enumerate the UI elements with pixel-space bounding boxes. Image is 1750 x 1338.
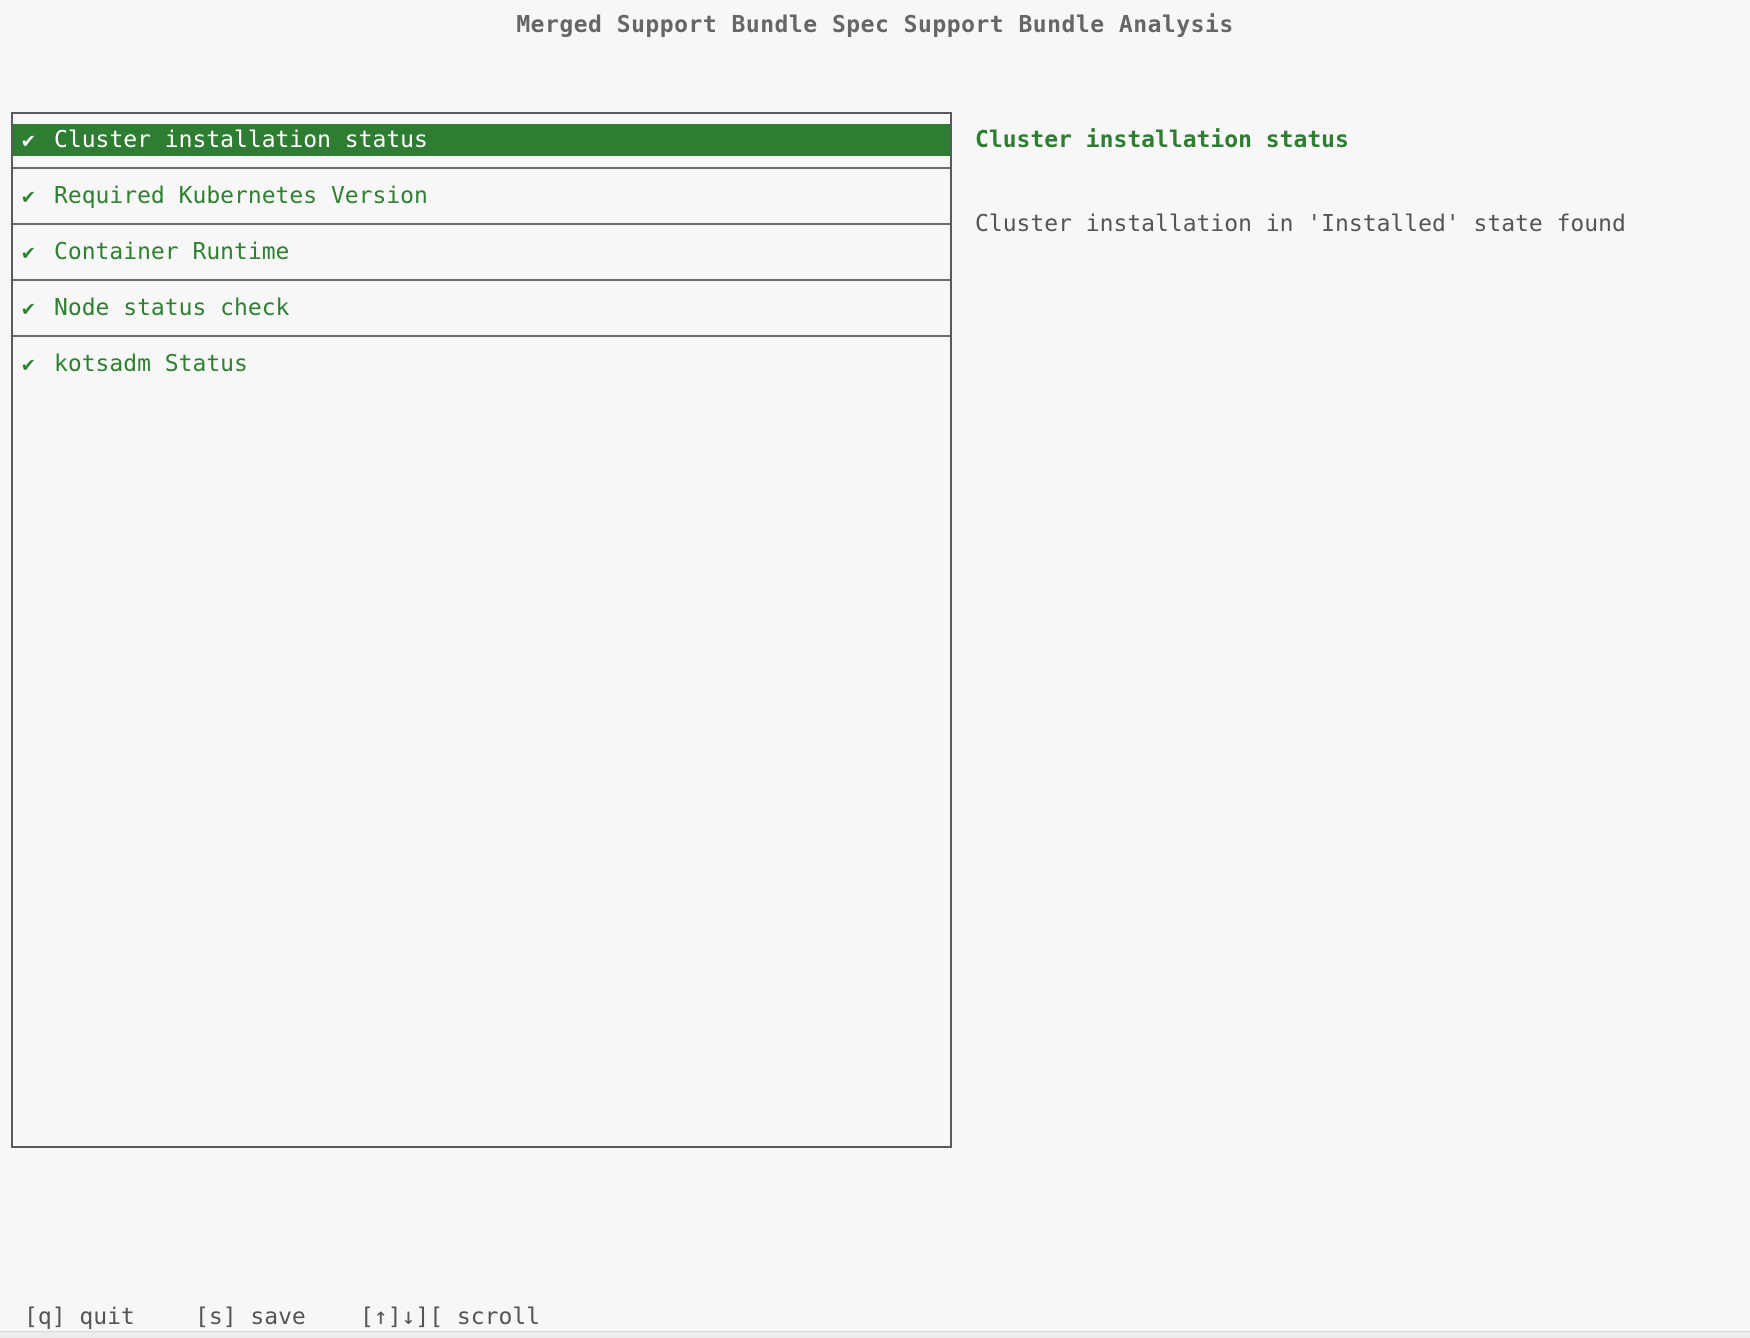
check-icon: ✔ <box>13 352 54 376</box>
list-item[interactable]: ✔Required Kubernetes Version <box>13 180 950 236</box>
quit-key-hint: [q] quit <box>24 1304 135 1330</box>
check-icon: ✔ <box>13 128 54 152</box>
page-title: Merged Support Bundle Spec Support Bundl… <box>0 12 1750 38</box>
list-item-bar[interactable]: ✔Required Kubernetes Version <box>13 180 950 212</box>
list-item[interactable]: ✔Node status check <box>13 292 950 348</box>
list-item-bar[interactable]: ✔Container Runtime <box>13 236 950 268</box>
list-item-label: Container Runtime <box>54 239 950 265</box>
list-item-label: kotsadm Status <box>54 351 950 377</box>
list-item-bar[interactable]: ✔kotsadm Status <box>13 348 950 380</box>
list-item[interactable]: ✔Cluster installation status <box>13 124 950 180</box>
list-item-label: Cluster installation status <box>54 127 950 153</box>
list-item-bar[interactable]: ✔Node status check <box>13 292 950 324</box>
detail-message: Cluster installation in 'Installed' stat… <box>975 208 1626 240</box>
detail-heading: Cluster installation status <box>975 124 1349 156</box>
check-icon: ✔ <box>13 184 54 208</box>
save-key-hint: [s] save <box>195 1304 306 1330</box>
check-icon: ✔ <box>13 296 54 320</box>
list-item-label: Required Kubernetes Version <box>54 183 950 209</box>
list-item[interactable]: ✔kotsadm Status <box>13 348 950 404</box>
list-item[interactable]: ✔Container Runtime <box>13 236 950 292</box>
window-bottom-edge <box>0 1331 1750 1338</box>
check-list: ✔Cluster installation status✔Required Ku… <box>11 112 952 1148</box>
scroll-key-hint: [↑]↓][ scroll <box>360 1304 540 1330</box>
check-icon: ✔ <box>13 240 54 264</box>
footer: [q] quit [s] save [↑]↓][ scroll <box>0 1304 1750 1330</box>
list-item-bar[interactable]: ✔Cluster installation status <box>13 124 950 156</box>
list-item-label: Node status check <box>54 295 950 321</box>
